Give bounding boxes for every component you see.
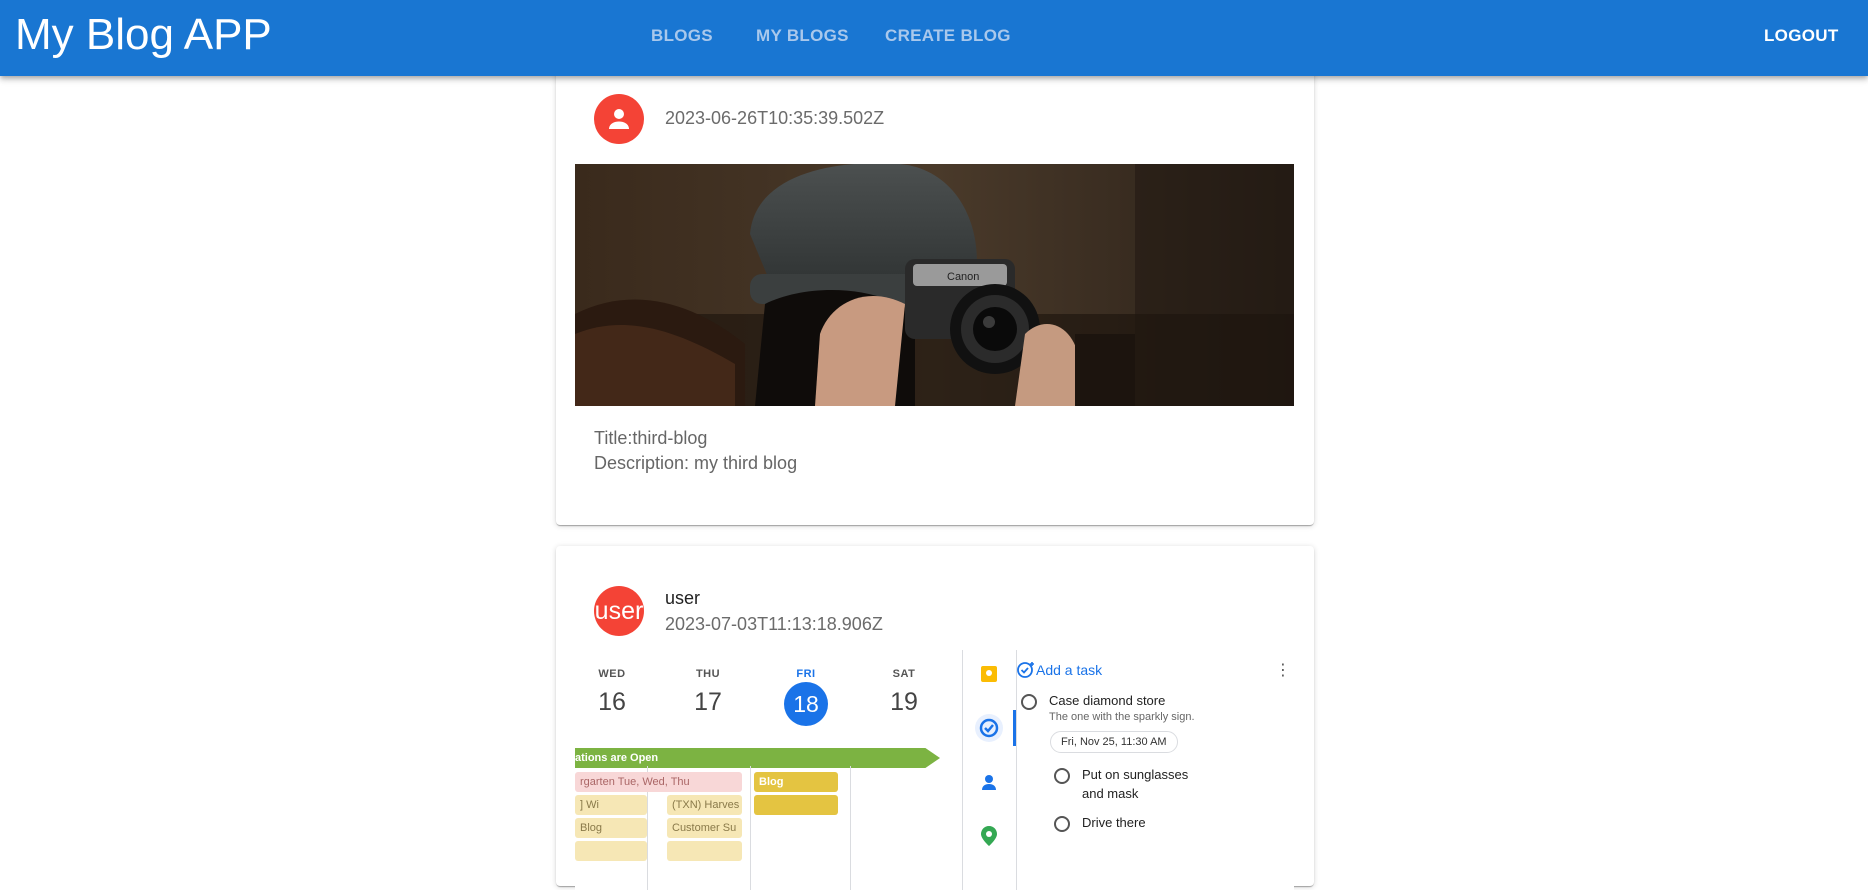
grid-line: [750, 766, 751, 890]
blog-image: Canon: [575, 164, 1294, 406]
post-timestamp: 2023-06-26T10:35:39.502Z: [665, 108, 885, 128]
avatar: user: [594, 586, 644, 636]
contacts-icon: [975, 768, 1003, 796]
maps-icon: [975, 822, 1003, 850]
task-radio: [1054, 816, 1070, 832]
blog-card: user user 2023-07-03T11:13:18.906Z WED 1…: [556, 546, 1314, 890]
task-note: The one with the sparkly sign.: [1049, 711, 1195, 723]
task-title: Drive there: [1082, 815, 1146, 830]
divider: [1016, 650, 1017, 890]
calendar-dow: SAT: [892, 668, 916, 680]
calendar-event: (TXN) Harves: [667, 795, 742, 815]
calendar-date: 18: [784, 682, 828, 726]
nav-my-blogs-button[interactable]: MY BLOGS: [756, 22, 849, 50]
blog-description: Description: my third blog: [594, 453, 798, 473]
calendar-day: THU 17: [678, 668, 738, 717]
more-vert-icon: ⋮: [1275, 662, 1291, 679]
calendar-date: 19: [890, 688, 918, 716]
calendar-banner: ations are Open: [575, 748, 940, 768]
app-bar: My Blog APP BLOGS MY BLOGS CREATE BLOG L…: [0, 0, 1868, 76]
divider: [962, 650, 963, 890]
keep-icon: [975, 660, 1003, 688]
calendar-event: Blog: [575, 818, 647, 838]
calendar-date: 16: [598, 688, 626, 716]
avatar: [594, 94, 644, 144]
task-title: Case diamond store: [1049, 693, 1166, 708]
calendar-dow: THU: [695, 668, 721, 680]
nav-create-blog-button[interactable]: CREATE BLOG: [885, 22, 1011, 50]
calendar-day: SAT 19: [874, 668, 934, 717]
person-icon: [609, 109, 629, 129]
calendar-day: WED 16: [582, 668, 642, 717]
blog-image: WED 16 THU 17 FRI 18 SAT 19 ations are O…: [575, 650, 1294, 890]
grid-line: [850, 766, 851, 890]
app-title: My Blog APP: [15, 10, 272, 59]
calendar-event-redacted: [754, 795, 838, 815]
task-title-line2: and mask: [1082, 786, 1139, 801]
calendar-day-today: FRI 18: [776, 668, 836, 726]
blog-card: 2023-06-26T10:35:39.502Z Canon Title:thi…: [556, 40, 1314, 525]
post-author: user: [665, 588, 701, 608]
post-timestamp: 2023-07-03T11:13:18.906Z: [665, 614, 883, 634]
calendar-dow: FRI: [796, 668, 816, 680]
task-radio: [1054, 768, 1070, 784]
calendar-event: ] Wi: [575, 795, 647, 815]
nav-blogs-button[interactable]: BLOGS: [651, 22, 713, 50]
calendar-event-partial: [667, 841, 742, 861]
blog-title: Title:third-blog: [594, 428, 708, 448]
task-radio: [1021, 694, 1037, 710]
calendar-event-partial: [575, 841, 647, 861]
camera-brand: Canon: [947, 271, 979, 283]
add-task-label: Add a task: [1036, 662, 1103, 678]
tasks-icon: [975, 714, 1003, 742]
task-due-chip: Fri, Nov 25, 11:30 AM: [1050, 731, 1178, 753]
task-title: Put on sunglasses: [1082, 767, 1189, 782]
calendar-event: Blog: [754, 772, 838, 792]
calendar-event: Customer Su: [667, 818, 742, 838]
calendar-event: rgarten Tue, Wed, Thu: [575, 772, 742, 792]
calendar-date: 17: [694, 688, 722, 716]
calendar-dow: WED: [598, 668, 626, 680]
add-task-icon: [1017, 662, 1034, 678]
logout-button[interactable]: LOGOUT: [1764, 22, 1839, 50]
